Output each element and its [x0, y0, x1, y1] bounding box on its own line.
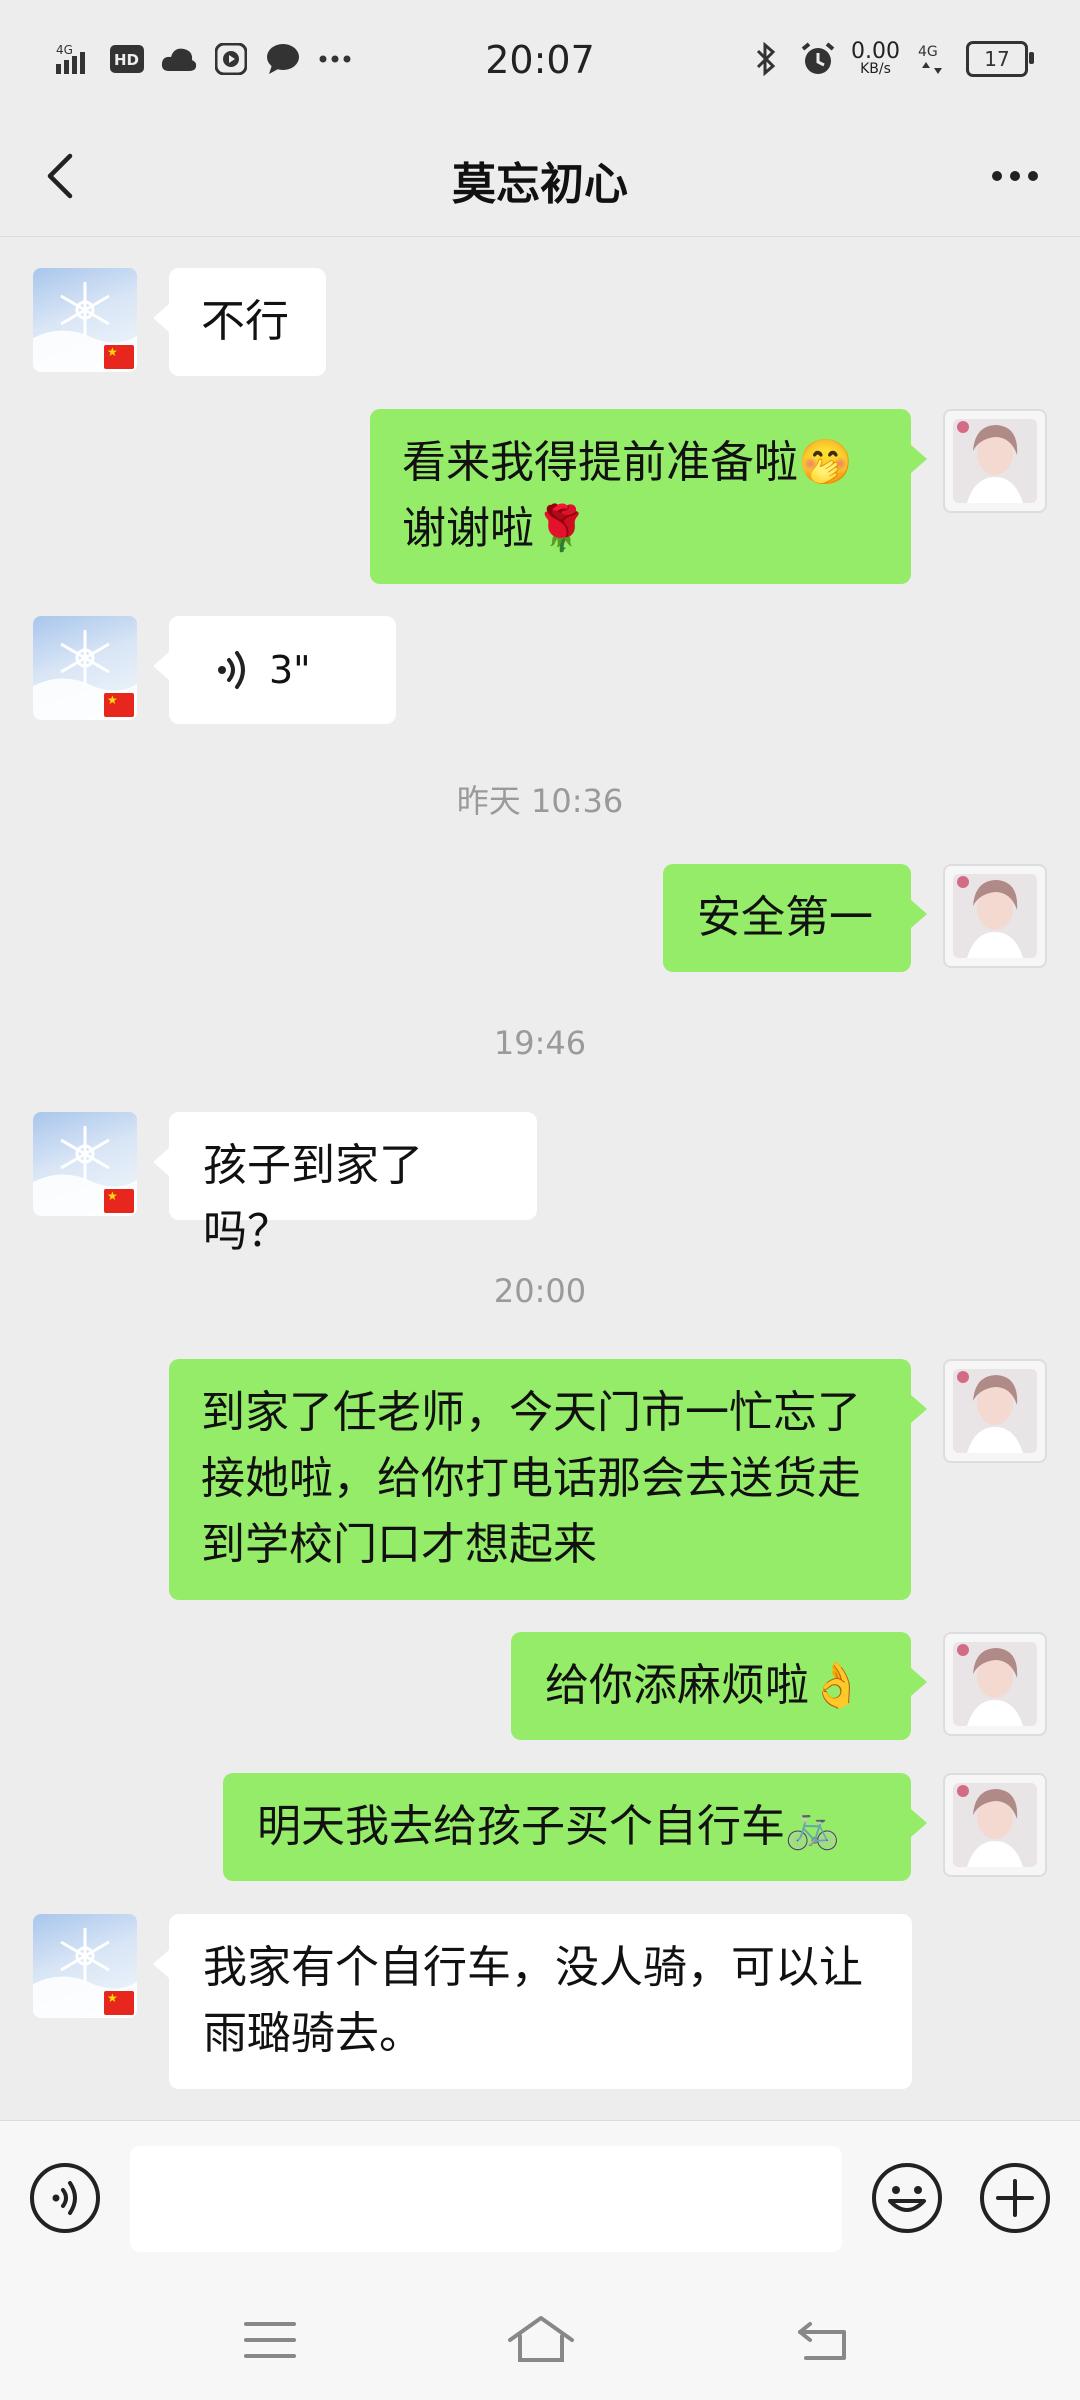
battery-icon: 17 [966, 41, 1034, 77]
person-photo-icon [953, 1783, 1037, 1867]
status-icons-right: 0.00 KB/s 4G 17 [747, 40, 1034, 78]
message-text: 安全第一 [697, 892, 873, 943]
chat-title: 莫忘初心 [452, 159, 628, 210]
person-photo-icon [953, 1369, 1037, 1453]
status-bar: 4G HD 20:07 0.00 KB/s 4G 17 [0, 0, 1080, 120]
message-text-line: 接她啦，给你打电话那会去送货走 [201, 1453, 861, 1504]
message-text-line: 到家了任老师，今天门市一忙忘了 [201, 1387, 861, 1438]
svg-text:4G: 4G [918, 44, 938, 60]
message-text: 给你添麻烦啦👌 [545, 1660, 864, 1711]
alarm-icon [799, 40, 837, 78]
my-avatar[interactable] [943, 1632, 1047, 1736]
emoji-button[interactable] [870, 2161, 944, 2235]
message-text-line: 雨璐骑去。 [203, 2008, 423, 2059]
message-bubble-outgoing[interactable]: 明天我去给孩子买个自行车🚲 [223, 1773, 927, 1881]
message-bubble-incoming[interactable]: 孩子到家了吗？ [153, 1112, 537, 1257]
home-icon[interactable] [506, 2310, 576, 2370]
voice-duration: 3" [269, 648, 311, 692]
contact-avatar[interactable] [33, 268, 137, 372]
message-bubble-incoming[interactable]: 不行 [153, 268, 326, 376]
flag-badge-icon [104, 1189, 134, 1213]
message-bubble-outgoing[interactable]: 到家了任老师，今天门市一忙忘了 接她啦，给你打电话那会去送货走 到学校门口才想起… [169, 1359, 927, 1600]
message-input-bar [0, 2120, 1080, 2281]
system-navigation-bar [0, 2280, 1080, 2400]
person-photo-icon [953, 1642, 1037, 1726]
my-avatar[interactable] [943, 1773, 1047, 1877]
voice-wave-icon [218, 651, 245, 689]
plus-icon [980, 2163, 1050, 2233]
battery-level: 17 [984, 47, 1010, 71]
message-bubble-incoming[interactable]: 我家有个自行车，没人骑，可以让 雨璐骑去。 [153, 1914, 912, 2089]
network-speed: 0.00 KB/s [851, 41, 900, 77]
message-text-line: 到学校门口才想起来 [201, 1519, 597, 1570]
person-photo-icon [953, 874, 1037, 958]
message-text: 不行 [201, 296, 289, 347]
person-photo-icon [953, 419, 1037, 503]
more-actions-button[interactable] [978, 2161, 1052, 2235]
back-nav-icon[interactable] [792, 2310, 852, 2370]
my-avatar[interactable] [943, 864, 1047, 968]
menu-icon[interactable] [240, 2310, 300, 2370]
flag-badge-icon [104, 345, 134, 369]
message-text-line: 看来我得提前准备啦🤭 [402, 437, 853, 488]
message-text-line: 我家有个自行车，没人骑，可以让 [203, 1942, 863, 1993]
contact-avatar[interactable] [33, 616, 137, 720]
message-input-field[interactable] [130, 2146, 842, 2252]
voice-icon [30, 2163, 100, 2233]
message-bubble-outgoing[interactable]: 看来我得提前准备啦🤭 谢谢啦🌹 [370, 409, 927, 584]
smiley-icon [872, 2163, 942, 2233]
flag-badge-icon [104, 1991, 134, 2015]
bluetooth-icon [747, 40, 785, 78]
chat-header: 莫忘初心 [0, 120, 1080, 237]
message-text-line: 谢谢啦🌹 [402, 503, 589, 554]
voice-message-bubble[interactable]: 3" [153, 616, 396, 724]
network-speed-unit: KB/s [860, 61, 891, 77]
message-text: 孩子到家了吗？ [203, 1140, 423, 1257]
signal-4g-data-icon: 4G [914, 40, 952, 78]
voice-input-button[interactable] [28, 2161, 102, 2235]
my-avatar[interactable] [943, 1359, 1047, 1463]
message-timestamp: 20:00 [493, 1272, 587, 1310]
message-text: 明天我去给孩子买个自行车🚲 [257, 1801, 840, 1852]
contact-avatar[interactable] [33, 1112, 137, 1216]
my-avatar[interactable] [943, 409, 1047, 513]
message-timestamp: 昨天 10:36 [456, 782, 624, 820]
message-timestamp: 19:46 [493, 1024, 587, 1062]
more-options-icon[interactable] [980, 144, 1050, 204]
message-bubble-outgoing[interactable]: 给你添麻烦啦👌 [511, 1632, 927, 1740]
message-bubble-outgoing[interactable]: 安全第一 [663, 864, 927, 972]
contact-avatar[interactable] [33, 1914, 137, 2018]
flag-badge-icon [104, 693, 134, 717]
